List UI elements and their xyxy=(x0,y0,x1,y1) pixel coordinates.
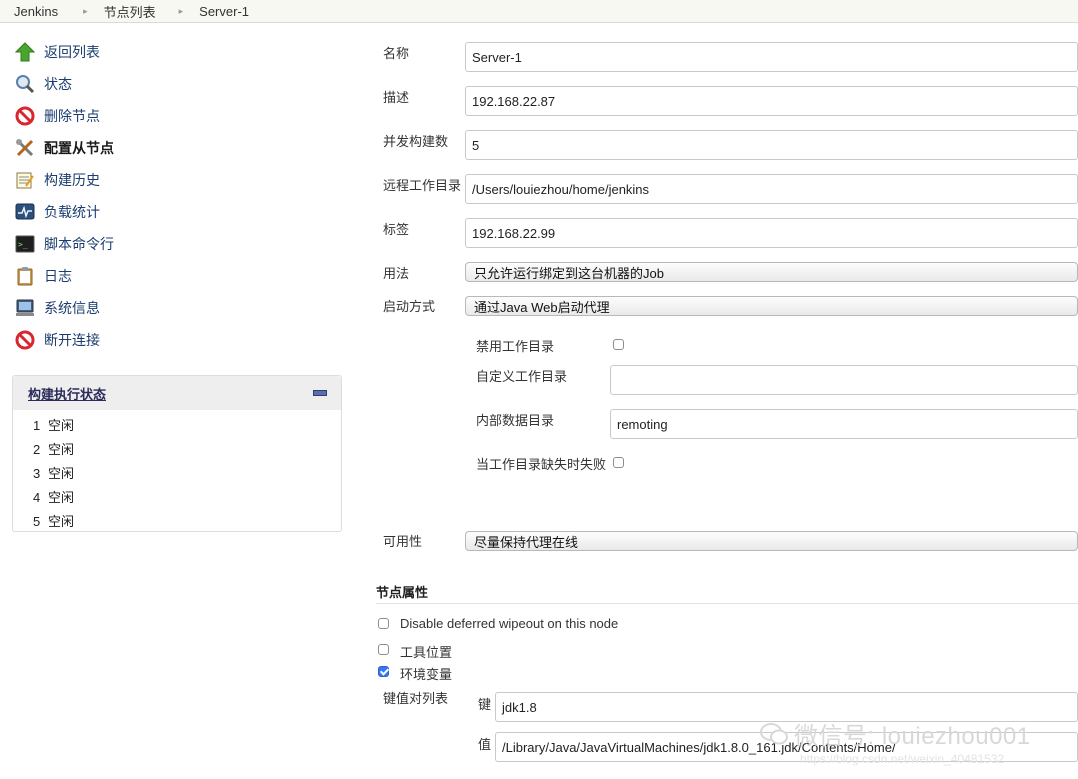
computer-icon xyxy=(14,297,36,319)
sidebar-item-load-statistics[interactable]: 负载统计 xyxy=(14,199,100,225)
monitor-graph-icon xyxy=(14,201,36,223)
sidebar-item-system-info[interactable]: 系统信息 xyxy=(14,295,100,321)
name-label: 名称 xyxy=(383,46,410,61)
terminal-icon: >_ xyxy=(14,233,36,255)
sidebar-item-label: 系统信息 xyxy=(44,300,100,316)
name-input[interactable]: Server-1 xyxy=(465,42,1078,72)
usage-select[interactable]: 只允许运行绑定到这台机器的Job xyxy=(465,262,1078,282)
key-label: 键 xyxy=(478,697,492,712)
internal-dir-label: 内部数据目录 xyxy=(476,413,555,428)
executor-row: 4 空闲 xyxy=(33,490,75,505)
sidebar-item-label: 配置从节点 xyxy=(44,140,114,156)
executor-row: 1 空闲 xyxy=(33,418,75,433)
remote-dir-input[interactable]: /Users/louiezhou/home/jenkins xyxy=(465,174,1078,204)
env-vars-label: 环境变量 xyxy=(400,667,453,682)
launch-method-select[interactable]: 通过Java Web启动代理 xyxy=(465,296,1078,316)
sidebar-item-label: 状态 xyxy=(44,76,72,92)
sidebar-item-label: 脚本命令行 xyxy=(44,236,114,252)
sidebar-item-delete-node[interactable]: 删除节点 xyxy=(14,103,100,129)
svg-text:>_: >_ xyxy=(18,240,28,249)
executor-panel-header: 构建执行状态 xyxy=(13,376,341,410)
labels-label: 标签 xyxy=(383,222,410,237)
clipboard-icon xyxy=(14,265,36,287)
description-input[interactable]: 192.168.22.87 xyxy=(465,86,1078,116)
sidebar-item-log[interactable]: 日志 xyxy=(14,263,72,289)
executors-label: 并发构建数 xyxy=(383,134,449,149)
breadcrumb-server[interactable]: Server-1 xyxy=(183,4,249,19)
internal-dir-input[interactable]: remoting xyxy=(610,409,1078,439)
disable-workdir-label: 禁用工作目录 xyxy=(476,339,555,354)
sidebar-item-label: 断开连接 xyxy=(44,332,100,348)
key-value-list-label: 键值对列表 xyxy=(383,691,449,706)
sidebar-item-label: 返回列表 xyxy=(44,44,100,60)
watermark-text: 微信号: louiezhou001 xyxy=(794,723,1031,750)
sidebar-item-disconnect[interactable]: 断开连接 xyxy=(14,327,100,353)
section-divider xyxy=(376,603,1078,604)
search-icon xyxy=(14,73,36,95)
value-label: 值 xyxy=(478,737,492,752)
tool-locations-label: 工具位置 xyxy=(400,645,453,660)
executor-row: 2 空闲 xyxy=(33,442,75,457)
wechat-icon xyxy=(760,722,788,744)
disable-workdir-checkbox[interactable] xyxy=(613,339,624,350)
sidebar-item-label: 构建历史 xyxy=(44,172,100,188)
sidebar-item-back-to-list[interactable]: 返回列表 xyxy=(14,39,100,65)
collapse-icon[interactable] xyxy=(313,390,327,396)
executors-input[interactable]: 5 xyxy=(465,130,1078,160)
custom-workdir-label: 自定义工作目录 xyxy=(476,369,568,384)
executor-panel-title[interactable]: 构建执行状态 xyxy=(28,384,106,403)
breadcrumb-node-list[interactable]: 节点列表 xyxy=(88,2,156,21)
up-arrow-icon xyxy=(14,41,36,63)
sidebar-item-configure-node[interactable]: 配置从节点 xyxy=(14,135,114,161)
executor-row: 5 空闲 xyxy=(33,514,75,529)
sidebar-item-label: 日志 xyxy=(44,268,72,284)
breadcrumb-jenkins[interactable]: Jenkins xyxy=(0,4,58,19)
build-executor-status-panel: 构建执行状态 1 空闲 2 空闲 3 空闲 4 空闲 5 空闲 xyxy=(12,375,342,532)
sidebar-item-build-history[interactable]: 构建历史 xyxy=(14,167,100,193)
launch-method-label: 启动方式 xyxy=(383,299,436,314)
custom-workdir-input[interactable] xyxy=(610,365,1078,395)
sidebar-item-label: 负载统计 xyxy=(44,204,100,220)
disable-wipeout-checkbox[interactable] xyxy=(378,618,389,629)
notepad-icon xyxy=(14,169,36,191)
sidebar-item-status[interactable]: 状态 xyxy=(14,71,72,97)
sidebar-item-script-console[interactable]: >_ 脚本命令行 xyxy=(14,231,114,257)
labels-input[interactable]: 192.168.22.99 xyxy=(465,218,1078,248)
usage-label: 用法 xyxy=(383,266,410,281)
remote-dir-label: 远程工作目录 xyxy=(383,178,462,193)
breadcrumb-separator-icon: ▸ xyxy=(83,5,88,16)
availability-label: 可用性 xyxy=(383,534,423,549)
description-label: 描述 xyxy=(383,90,410,105)
availability-select[interactable]: 尽量保持代理在线 xyxy=(465,531,1078,551)
env-vars-checkbox[interactable] xyxy=(378,666,389,677)
fail-if-workdir-missing-label: 当工作目录缺失时失败 xyxy=(476,457,607,472)
no-entry-icon xyxy=(14,329,36,351)
wechat-watermark: 微信号: louiezhou001 xyxy=(760,716,1031,751)
breadcrumb-separator-icon: ▸ xyxy=(178,5,184,16)
executor-row: 3 空闲 xyxy=(33,466,75,481)
tool-locations-checkbox[interactable] xyxy=(378,644,389,655)
tools-icon xyxy=(14,137,36,159)
watermark-url: https://blog.csdn.net/weixin_40481532 xyxy=(800,752,1005,766)
sidebar-item-label: 删除节点 xyxy=(44,108,100,124)
no-entry-icon xyxy=(14,105,36,127)
breadcrumb: Jenkins ▸ 节点列表 ▸ Server-1 xyxy=(0,0,1078,23)
node-properties-title: 节点属性 xyxy=(376,585,429,600)
disable-wipeout-label: Disable deferred wipeout on this node xyxy=(400,616,619,631)
fail-if-workdir-missing-checkbox[interactable] xyxy=(613,457,624,468)
